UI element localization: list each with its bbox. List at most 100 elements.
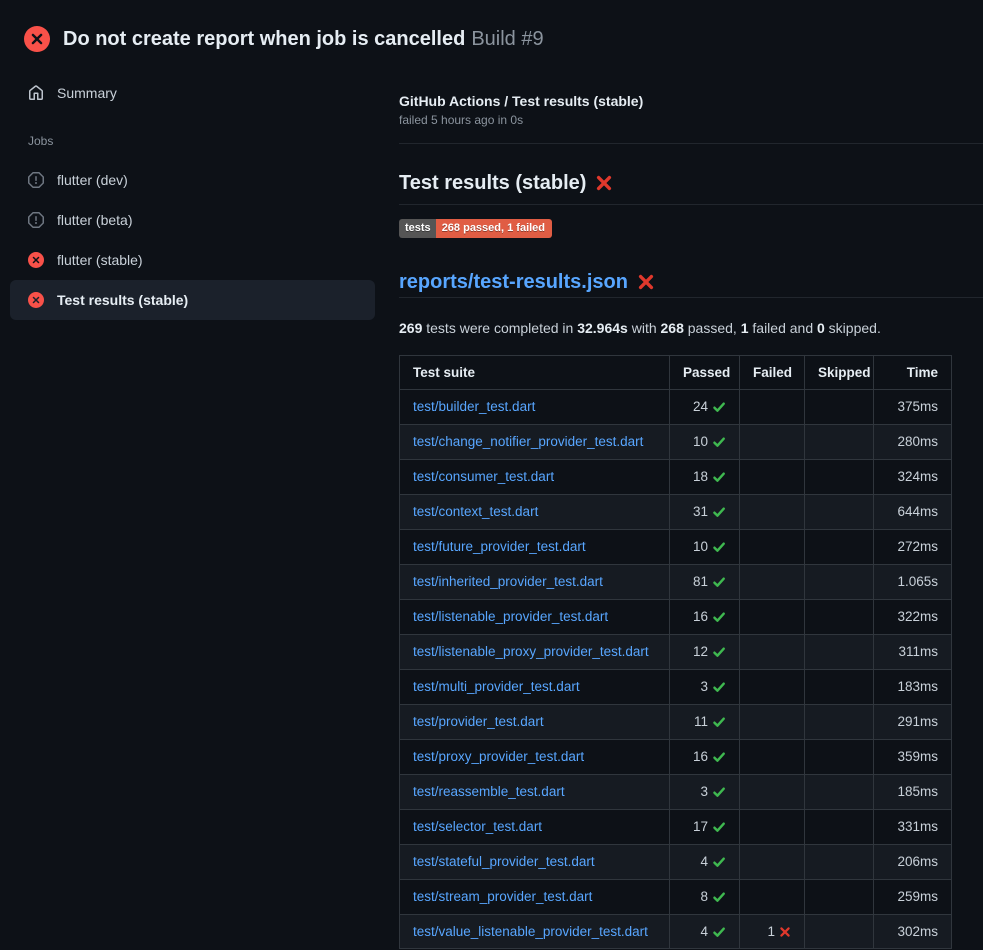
failed-count: 1 [741, 320, 749, 336]
passed-value: 4 [700, 924, 708, 940]
check-icon [712, 785, 726, 799]
test-suite-link[interactable]: test/listenable_proxy_provider_test.dart [413, 644, 649, 659]
time-value: 322ms [874, 600, 952, 635]
report-heading: Test results (stable) [399, 170, 983, 205]
test-suite-link[interactable]: test/proxy_provider_test.dart [413, 749, 584, 764]
table-row: test/stream_provider_test.dart 8 [400, 880, 952, 915]
check-icon [712, 820, 726, 834]
passed-value: 3 [700, 679, 708, 695]
badge-label: tests [399, 219, 436, 238]
total-count: 269 [399, 320, 422, 336]
test-suite-link[interactable]: test/listenable_provider_test.dart [413, 609, 608, 624]
skipped-count: 0 [817, 320, 825, 336]
table-row: test/future_provider_test.dart 10 [400, 530, 952, 565]
check-icon [712, 435, 726, 449]
table-row: test/reassemble_test.dart 3 [400, 775, 952, 810]
time-value: 259ms [874, 880, 952, 915]
stop-icon [28, 172, 44, 188]
table-row: test/context_test.dart 31 [400, 495, 952, 530]
time-value: 375ms [874, 390, 952, 425]
test-results-table: Test suite Passed Failed Skipped Time te… [399, 355, 952, 949]
passed-value: 4 [700, 854, 708, 870]
time-value: 331ms [874, 810, 952, 845]
test-suite-link[interactable]: test/future_provider_test.dart [413, 539, 586, 554]
check-icon [712, 470, 726, 484]
col-header-failed: Failed [740, 356, 805, 390]
table-row: test/proxy_provider_test.dart 16 [400, 740, 952, 775]
sidebar-item-summary[interactable]: Summary [0, 80, 399, 106]
passed-value: 18 [693, 469, 708, 485]
check-icon [712, 680, 726, 694]
table-row: test/value_listenable_provider_test.dart… [400, 915, 952, 949]
col-header-passed: Passed [670, 356, 740, 390]
report-heading-text: Test results (stable) [399, 170, 586, 196]
table-row: test/provider_test.dart 11 [400, 705, 952, 740]
test-suite-link[interactable]: test/context_test.dart [413, 504, 538, 519]
sidebar: Summary Jobs flutter (dev) flutter (beta… [0, 60, 399, 320]
time-value: 311ms [874, 635, 952, 670]
table-header-row: Test suite Passed Failed Skipped Time [400, 356, 952, 390]
test-suite-link[interactable]: test/change_notifier_provider_test.dart [413, 434, 643, 449]
test-suite-link[interactable]: test/multi_provider_test.dart [413, 679, 580, 694]
check-icon [712, 750, 726, 764]
check-icon [712, 540, 726, 554]
passed-value: 12 [693, 644, 708, 660]
time-value: 280ms [874, 425, 952, 460]
failed-value: 1 [767, 924, 775, 940]
time-value: 272ms [874, 530, 952, 565]
time-value: 185ms [874, 775, 952, 810]
time-value: 183ms [874, 670, 952, 705]
build-number: Build #9 [471, 28, 543, 50]
test-suite-link[interactable]: test/inherited_provider_test.dart [413, 574, 603, 589]
check-icon [712, 890, 726, 904]
test-suite-link[interactable]: test/selector_test.dart [413, 819, 542, 834]
table-row: test/inherited_provider_test.dart 81 [400, 565, 952, 600]
workflow-run-title: Do not create report when job is cancell… [63, 28, 465, 50]
test-suite-link[interactable]: test/reassemble_test.dart [413, 784, 565, 799]
check-icon [712, 610, 726, 624]
passed-value: 17 [693, 819, 708, 835]
check-icon [712, 505, 726, 519]
cross-mark-icon [779, 926, 791, 938]
table-row: test/stateful_provider_test.dart 4 [400, 845, 952, 880]
table-row: test/builder_test.dart 24 [400, 390, 952, 425]
passed-value: 31 [693, 504, 708, 520]
report-file-heading: reports/test-results.json [399, 269, 983, 298]
job-label: flutter (stable) [57, 252, 143, 268]
passed-value: 24 [693, 399, 708, 415]
passed-value: 10 [693, 539, 708, 555]
sidebar-item-flutter-dev[interactable]: flutter (dev) [10, 160, 375, 200]
test-summary-line: 269 tests were completed in 32.964s with… [399, 320, 983, 337]
test-suite-link[interactable]: test/builder_test.dart [413, 399, 535, 414]
test-suite-link[interactable]: test/provider_test.dart [413, 714, 544, 729]
col-header-skipped: Skipped [805, 356, 874, 390]
divider [399, 143, 983, 144]
report-file-link[interactable]: reports/test-results.json [399, 269, 628, 295]
col-header-time: Time [874, 356, 952, 390]
check-icon [712, 855, 726, 869]
test-suite-link[interactable]: test/stream_provider_test.dart [413, 889, 592, 904]
check-icon [712, 925, 726, 939]
test-suite-link[interactable]: test/stateful_provider_test.dart [413, 854, 595, 869]
passed-value: 16 [693, 609, 708, 625]
check-icon [712, 575, 726, 589]
test-suite-link[interactable]: test/consumer_test.dart [413, 469, 554, 484]
check-icon [712, 715, 726, 729]
passed-value: 3 [700, 784, 708, 800]
col-header-test-suite: Test suite [400, 356, 670, 390]
page-title: Do not create report when job is cancell… [63, 26, 544, 52]
sidebar-item-flutter-beta[interactable]: flutter (beta) [10, 200, 375, 240]
sidebar-item-flutter-stable[interactable]: flutter (stable) [10, 240, 375, 280]
sidebar-item-test-results-stable[interactable]: Test results (stable) [10, 280, 375, 320]
badge-value: 268 passed, 1 failed [436, 219, 552, 238]
jobs-list: flutter (dev) flutter (beta) flutter (st… [0, 160, 399, 320]
cross-mark-icon [637, 273, 655, 291]
jobs-section-label: Jobs [0, 134, 399, 148]
time-value: 302ms [874, 915, 952, 949]
job-label: flutter (beta) [57, 212, 132, 228]
time-value: 206ms [874, 845, 952, 880]
x-circle-icon [24, 26, 50, 52]
test-suite-link[interactable]: test/value_listenable_provider_test.dart [413, 924, 648, 939]
passed-value: 11 [694, 714, 708, 730]
home-icon [28, 85, 44, 101]
